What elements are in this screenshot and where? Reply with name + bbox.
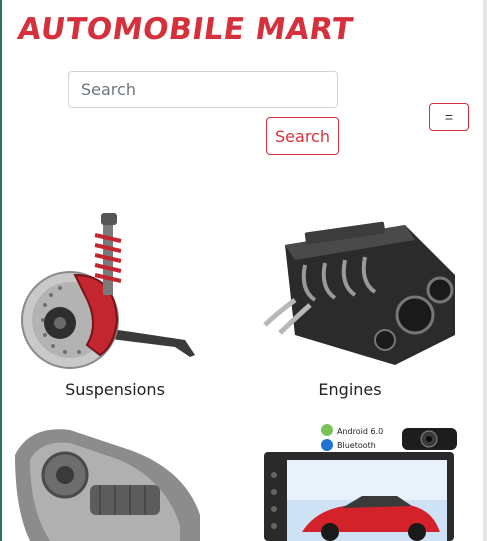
android-badge: Android 6.0 bbox=[337, 427, 383, 436]
category-card-car-stereo[interactable]: Android 6.0 Bluetooth bbox=[262, 420, 467, 541]
menu-toggle-button[interactable]: = bbox=[429, 103, 469, 131]
transmission-image bbox=[15, 429, 200, 541]
left-edge-border bbox=[0, 0, 2, 541]
category-card-suspensions[interactable]: Suspensions bbox=[15, 205, 215, 405]
category-label[interactable]: Suspensions bbox=[15, 380, 215, 399]
suspension-image bbox=[21, 213, 195, 369]
category-card-transmission[interactable] bbox=[10, 415, 210, 541]
bluetooth-badge: Bluetooth bbox=[337, 441, 376, 450]
right-edge-scrollbar[interactable] bbox=[483, 0, 487, 541]
bluetooth-icon bbox=[321, 439, 333, 451]
search-button[interactable]: Search bbox=[266, 117, 339, 155]
car-stereo-image: Android 6.0 Bluetooth bbox=[264, 424, 457, 541]
category-label[interactable]: Engines bbox=[245, 380, 455, 399]
android-icon bbox=[321, 424, 333, 436]
category-card-engines[interactable]: Engines bbox=[255, 205, 465, 405]
brand-logo[interactable]: AUTOMOBILE MART bbox=[16, 12, 356, 47]
engine-image bbox=[263, 221, 455, 365]
search-input[interactable] bbox=[68, 71, 338, 108]
